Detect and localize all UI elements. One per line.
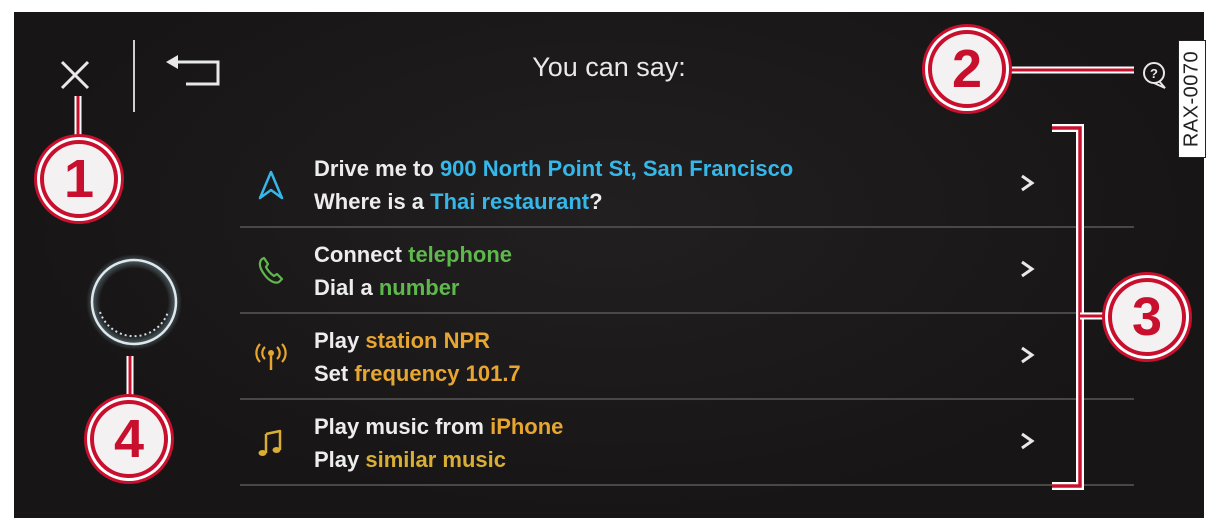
help-speech-bubble-icon: ? xyxy=(1143,62,1166,89)
suggestion-line-2: Where is a Thai restaurant? xyxy=(314,185,793,218)
suggestion-text: Play xyxy=(314,328,366,353)
close-button[interactable] xyxy=(54,52,98,96)
suggestion-row-phone[interactable]: Connect telephone Dial a number xyxy=(240,228,1134,314)
back-button[interactable] xyxy=(162,52,226,92)
callout-1: 1 xyxy=(40,140,118,218)
close-icon xyxy=(60,60,90,90)
help-button[interactable]: ? xyxy=(1140,60,1170,92)
svg-text:?: ? xyxy=(1150,66,1158,81)
callout-4: 4 xyxy=(90,400,168,478)
suggestion-line-2: Play similar music xyxy=(314,443,563,476)
chevron-right-icon xyxy=(1021,346,1035,364)
suggestion-highlight: 900 North Point St, San Francisco xyxy=(439,156,794,181)
suggestion-list: Drive me to 900 North Point St, San Fran… xyxy=(240,142,1134,486)
reference-code: RAX-0070 xyxy=(1180,50,1203,148)
suggestion-line-2: Dial a number xyxy=(314,271,512,304)
voice-activity-ring[interactable] xyxy=(84,252,184,352)
page-title: You can say: xyxy=(532,52,686,82)
suggestion-text: Play music from xyxy=(314,414,491,439)
suggestion-line-2: Set frequency 101.7 xyxy=(314,357,521,390)
callout-2: 2 xyxy=(928,30,1006,108)
suggestion-text: Where is a xyxy=(314,189,431,214)
telephone-icon xyxy=(258,256,284,284)
navigation-arrow-icon xyxy=(258,170,284,200)
suggestion-highlight: Thai restaurant xyxy=(430,189,590,214)
suggestion-text: Play xyxy=(314,447,366,472)
suggestion-highlight: iPhone xyxy=(490,414,564,439)
music-note-icon xyxy=(258,429,282,456)
suggestion-highlight: station NPR xyxy=(365,328,491,353)
suggestion-highlight: frequency 101.7 xyxy=(354,361,521,386)
suggestion-text: Drive me to xyxy=(314,156,440,181)
chevron-right-icon xyxy=(1021,174,1035,192)
suggestion-text: Dial a xyxy=(314,275,379,300)
suggestion-text: Connect xyxy=(314,242,409,267)
suggestion-highlight: telephone xyxy=(408,242,513,267)
suggestion-row-radio[interactable]: Play station NPR Set frequency 101.7 xyxy=(240,314,1134,400)
suggestion-line-1: Drive me to 900 North Point St, San Fran… xyxy=(314,152,793,185)
suggestion-line-1: Play music from iPhone xyxy=(314,410,563,443)
callout-3: 3 xyxy=(1108,278,1186,356)
suggestion-text: ? xyxy=(589,189,603,214)
suggestion-text: Set xyxy=(314,361,355,386)
suggestion-highlight: number xyxy=(378,275,460,300)
header-divider xyxy=(133,40,135,112)
suggestion-row-music[interactable]: Play music from iPhone Play similar musi… xyxy=(240,400,1134,486)
radio-antenna-icon xyxy=(255,343,287,370)
chevron-right-icon xyxy=(1021,260,1035,278)
suggestion-line-1: Play station NPR xyxy=(314,324,521,357)
suggestion-highlight: similar music xyxy=(365,447,507,472)
voice-control-screen: You can say: ? Drive me to 900 North Poi… xyxy=(14,12,1204,518)
back-arrow-icon xyxy=(166,55,220,86)
chevron-right-icon xyxy=(1021,432,1035,450)
suggestion-row-navigation[interactable]: Drive me to 900 North Point St, San Fran… xyxy=(240,142,1134,228)
voice-activity-ring-icon xyxy=(86,254,182,350)
suggestion-line-1: Connect telephone xyxy=(314,238,512,271)
